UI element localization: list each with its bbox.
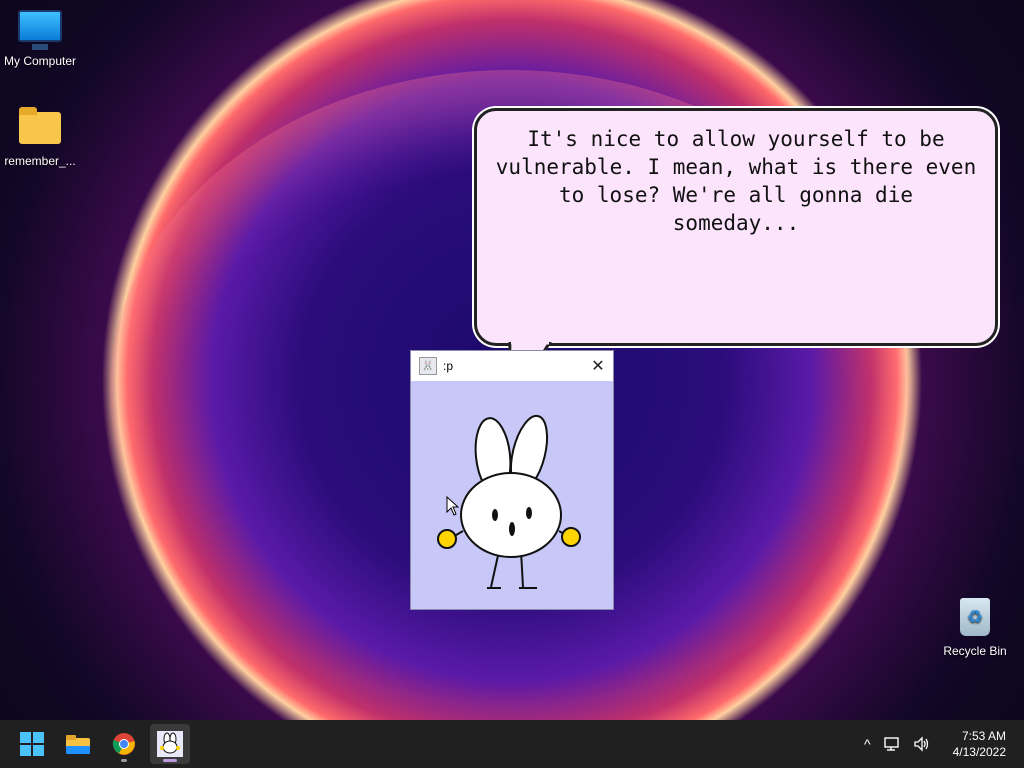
taskbar: ^ 7:53 AM 4/13/2022 [0, 720, 1024, 768]
bunny-app-icon: 🐰 [419, 357, 437, 375]
desktop-icon-folder[interactable]: remember_... [0, 107, 80, 168]
desktop-icon-label: remember_... [4, 154, 76, 168]
bunny-character[interactable] [411, 381, 613, 609]
desktop-icon-my-computer[interactable]: My Computer [0, 10, 80, 68]
computer-icon [18, 10, 62, 50]
pet-window[interactable]: 🐰 :p ✕ [410, 350, 614, 610]
recycle-bin-icon: ♻ [960, 598, 990, 636]
system-tray: ^ 7:53 AM 4/13/2022 [864, 720, 1006, 768]
pet-window-titlebar[interactable]: 🐰 :p ✕ [411, 351, 613, 381]
chrome-icon [112, 733, 135, 755]
folder-icon [19, 107, 61, 144]
desktop-icon-label: My Computer [3, 54, 77, 68]
start-button[interactable] [12, 724, 52, 764]
start-icon [20, 732, 44, 756]
chevron-up-icon[interactable]: ^ [864, 736, 871, 752]
bunny-pet-icon [157, 731, 183, 757]
clock-date: 4/13/2022 [952, 745, 1006, 759]
taskbar-file-explorer[interactable] [58, 724, 98, 764]
pet-window-title: :p [443, 359, 454, 373]
network-icon[interactable] [883, 736, 901, 752]
mouse-cursor-icon [446, 496, 460, 516]
speech-bubble-text: It's nice to allow yourself to be vulner… [495, 127, 977, 235]
taskbar-bunny-pet[interactable] [150, 724, 190, 764]
clock-time: 7:53 AM [961, 729, 1006, 743]
running-indicator [121, 759, 127, 762]
speech-bubble: It's nice to allow yourself to be vulner… [474, 108, 998, 346]
file-explorer-icon [66, 735, 90, 754]
active-indicator [163, 759, 177, 762]
close-button[interactable]: ✕ [583, 356, 613, 376]
desktop-icon-label: Recycle Bin [943, 644, 1007, 658]
taskbar-chrome[interactable] [104, 724, 144, 764]
volume-icon[interactable] [913, 736, 931, 752]
clock[interactable]: 7:53 AM 4/13/2022 [953, 728, 1006, 760]
desktop-icon-recycle-bin[interactable]: ♻ Recycle Bin [935, 598, 1015, 658]
